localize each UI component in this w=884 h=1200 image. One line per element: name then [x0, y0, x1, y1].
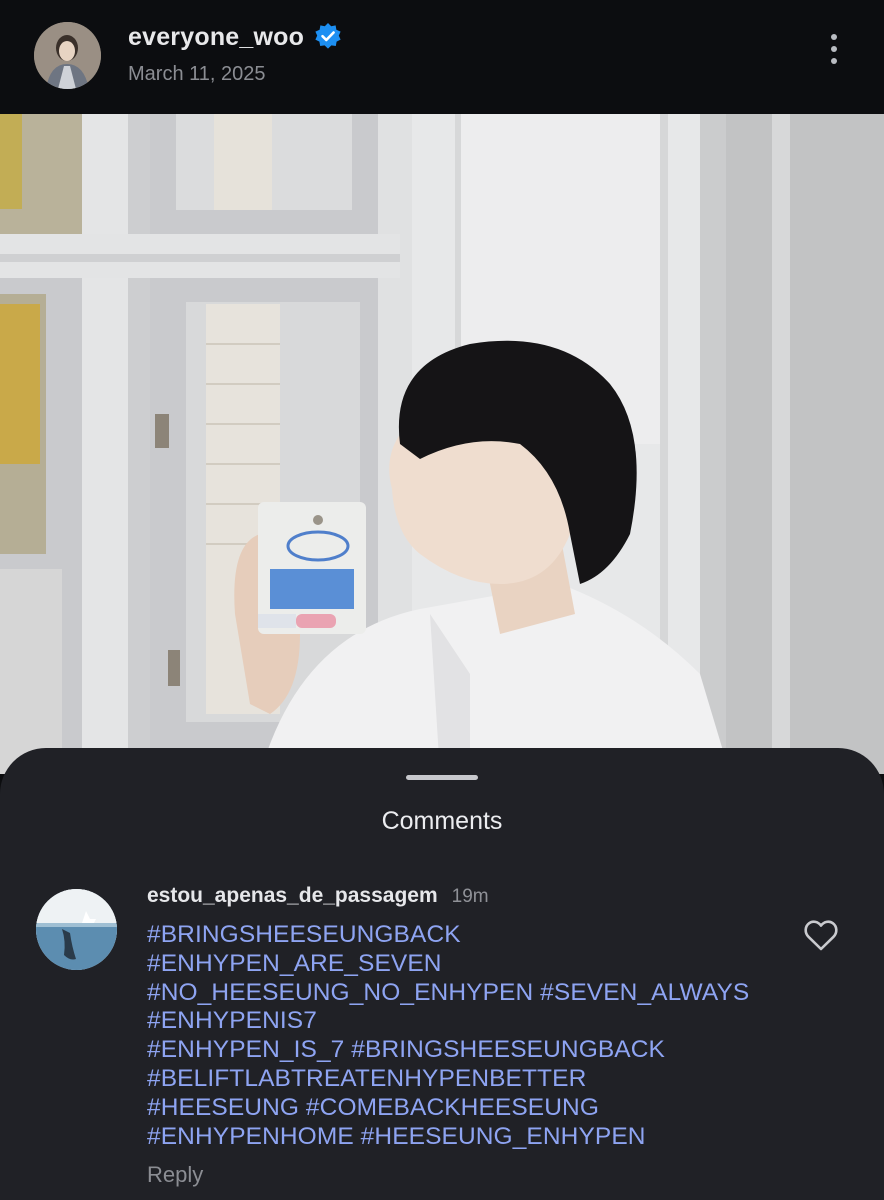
hashtag-line[interactable]: #ENHYPENIS7 — [147, 1007, 787, 1036]
author-avatar[interactable] — [34, 22, 101, 89]
hashtag-line[interactable]: #ENHYPEN_ARE_SEVEN — [147, 950, 787, 979]
more-vertical-icon[interactable] — [816, 34, 852, 74]
comment-text: #BRINGSHEESEUNGBACK #ENHYPEN_ARE_SEVEN #… — [147, 921, 787, 1151]
hashtag-line[interactable]: #BELIFTLABTREATENHYPENBETTER — [147, 1065, 787, 1094]
author-username[interactable]: everyone_woo — [128, 23, 304, 52]
hashtag-line[interactable]: #HEESEUNG #COMEBACKHEESEUNG — [147, 1094, 787, 1123]
author-row: everyone_woo — [128, 22, 343, 52]
post-photo[interactable] — [0, 114, 884, 774]
sheet-drag-handle[interactable] — [406, 775, 478, 780]
comment-time: 19m — [451, 886, 489, 907]
commenter-username[interactable]: estou_apenas_de_passagem — [147, 884, 438, 908]
hashtag-line[interactable]: #ENHYPEN_IS_7 #BRINGSHEESEUNGBACK — [147, 1036, 787, 1065]
post-header: everyone_woo March 11, 2025 — [0, 0, 884, 114]
commenter-avatar[interactable] — [36, 889, 117, 970]
comments-sheet: Comments estou_apenas_de_passagem 19m #B… — [0, 748, 884, 1200]
hashtag-line[interactable]: #BRINGSHEESEUNGBACK — [147, 921, 787, 950]
reply-button[interactable]: Reply — [147, 1162, 203, 1188]
sheet-title: Comments — [381, 807, 503, 835]
verified-badge-icon — [313, 22, 343, 52]
hashtag-line[interactable]: #NO_HEESEUNG_NO_ENHYPEN #SEVEN_ALWAYS — [147, 979, 787, 1008]
hashtag-line[interactable]: #ENHYPENHOME #HEESEUNG_ENHYPEN — [147, 1123, 787, 1152]
post-date: March 11, 2025 — [128, 63, 266, 85]
comment-meta: estou_apenas_de_passagem 19m — [147, 884, 489, 908]
heart-outline-icon[interactable] — [803, 918, 839, 952]
